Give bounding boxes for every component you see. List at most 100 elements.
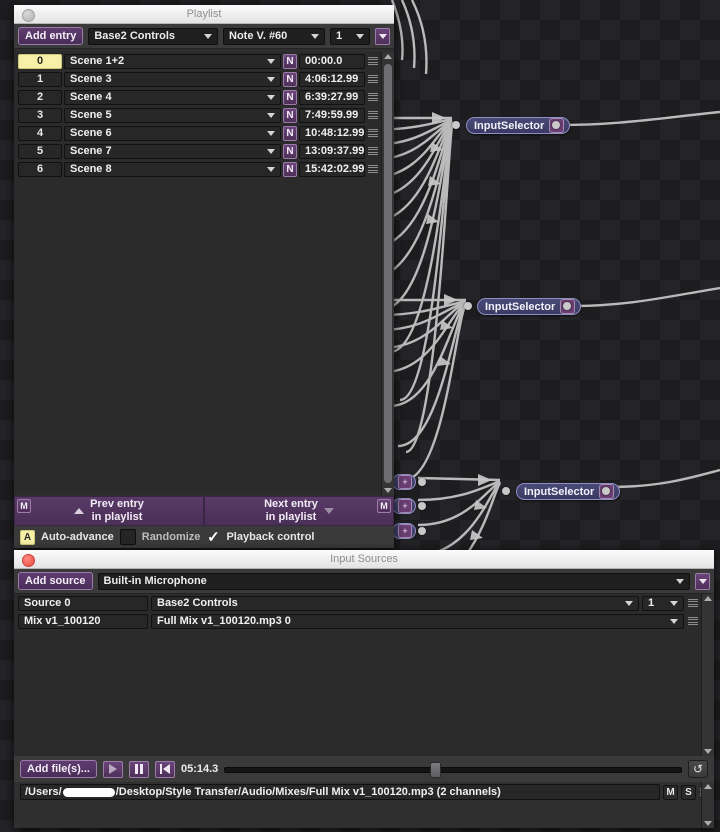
playlist-titlebar[interactable]: Playlist: [14, 5, 394, 24]
device-options-button[interactable]: [695, 572, 710, 590]
node-input-port[interactable]: [464, 302, 472, 310]
node-output-port[interactable]: [552, 121, 560, 129]
randomize-checkbox[interactable]: [119, 529, 136, 545]
table-row[interactable]: 0 Scene 1+2 N 00:00.0: [14, 52, 381, 70]
graph-mini-node[interactable]: +: [392, 523, 416, 539]
file-path-field[interactable]: /Users/ /Desktop/Style Transfer/Audio/Mix…: [20, 784, 660, 800]
graph-mini-node[interactable]: +: [392, 474, 416, 490]
drag-handle-icon[interactable]: [367, 109, 379, 122]
row-index-cell[interactable]: 0: [18, 53, 62, 69]
node-input-port[interactable]: [502, 487, 510, 495]
target-select[interactable]: Base2 Controls: [88, 27, 218, 45]
node-output-port[interactable]: [418, 502, 426, 510]
row-note-badge[interactable]: N: [283, 143, 297, 159]
table-row[interactable]: 5 Scene 7 N 13:09:37.99: [14, 142, 381, 160]
row-note-badge[interactable]: N: [283, 161, 297, 177]
node-input-port[interactable]: [452, 121, 460, 129]
source-name-field[interactable]: Mix v1_100120: [18, 613, 148, 629]
row-timecode-field[interactable]: 00:00.0: [299, 53, 365, 69]
row-timecode-field[interactable]: 13:09:37.99: [299, 143, 365, 159]
row-timecode-field[interactable]: 7:49:59.99: [299, 107, 365, 123]
scroll-down-arrow-icon[interactable]: [704, 749, 712, 754]
prev-midi-badge[interactable]: M: [17, 499, 31, 513]
drag-handle-icon[interactable]: [367, 127, 379, 140]
row-note-badge[interactable]: N: [283, 107, 297, 123]
drag-handle-icon[interactable]: [367, 55, 379, 68]
close-window-icon[interactable]: [22, 9, 35, 22]
add-input-icon[interactable]: +: [398, 475, 412, 489]
row-index-cell[interactable]: 1: [18, 71, 62, 87]
row-note-badge[interactable]: N: [283, 89, 297, 105]
scroll-up-arrow-icon[interactable]: [704, 784, 712, 789]
row-note-badge[interactable]: N: [283, 53, 297, 69]
list-item[interactable]: Source 0 Base2 Controls 1: [14, 594, 701, 612]
midi-learn-dropdown-button[interactable]: [375, 27, 390, 45]
table-row[interactable]: 2 Scene 4 N 6:39:27.99: [14, 88, 381, 106]
solo-button[interactable]: S: [681, 784, 696, 800]
next-midi-badge[interactable]: M: [377, 499, 391, 513]
scroll-down-arrow-icon[interactable]: [384, 488, 392, 493]
add-entry-button[interactable]: Add entry: [18, 27, 84, 45]
close-window-icon[interactable]: [22, 554, 35, 567]
scroll-up-arrow-icon[interactable]: [704, 596, 712, 601]
source-name-field[interactable]: Source 0: [18, 595, 148, 611]
row-timecode-field[interactable]: 4:06:12.99: [299, 71, 365, 87]
row-index-cell[interactable]: 3: [18, 107, 62, 123]
drag-handle-icon[interactable]: [367, 145, 379, 158]
play-button[interactable]: [102, 760, 123, 778]
auto-advance-badge[interactable]: A: [20, 529, 35, 545]
drag-handle-icon[interactable]: [687, 597, 699, 610]
row-timecode-field[interactable]: 6:39:27.99: [299, 89, 365, 105]
channel-select[interactable]: 1: [330, 27, 370, 45]
scroll-down-arrow-icon[interactable]: [704, 821, 712, 826]
table-row[interactable]: 3 Scene 5 N 7:49:59.99: [14, 106, 381, 124]
drag-handle-icon[interactable]: [687, 615, 699, 628]
add-input-icon[interactable]: +: [398, 524, 412, 538]
row-note-badge[interactable]: N: [283, 71, 297, 87]
pause-button[interactable]: [128, 760, 149, 778]
table-row[interactable]: 4 Scene 6 N 10:48:12.99: [14, 124, 381, 142]
node-output-port[interactable]: [563, 302, 571, 310]
input-sources-scrollbar[interactable]: [701, 594, 714, 756]
playlist-scrollbar[interactable]: [381, 52, 394, 495]
row-scene-select[interactable]: Scene 3: [64, 71, 281, 87]
row-index-cell[interactable]: 5: [18, 143, 62, 159]
row-index-cell[interactable]: 2: [18, 89, 62, 105]
row-note-badge[interactable]: N: [283, 125, 297, 141]
loop-button[interactable]: ↺: [688, 760, 708, 778]
mute-button[interactable]: M: [663, 784, 678, 800]
source-target-select[interactable]: Base2 Controls: [151, 595, 639, 611]
row-scene-select[interactable]: Scene 4: [64, 89, 281, 105]
audio-device-select[interactable]: Built-in Microphone: [97, 572, 690, 590]
input-sources-titlebar[interactable]: Input Sources: [14, 550, 714, 569]
next-entry-button[interactable]: Next entry in playlist M: [204, 496, 394, 526]
row-timecode-field[interactable]: 15:42:02.99: [299, 161, 365, 177]
row-timecode-field[interactable]: 10:48:12.99: [299, 125, 365, 141]
prev-entry-button[interactable]: M Prev entry in playlist: [14, 496, 204, 526]
add-input-icon[interactable]: +: [398, 499, 412, 513]
add-files-button[interactable]: Add file(s)...: [20, 760, 97, 778]
file-list-scrollbar[interactable]: [701, 782, 714, 828]
graph-mini-node[interactable]: +: [392, 498, 416, 514]
row-scene-select[interactable]: Scene 7: [64, 143, 281, 159]
row-index-cell[interactable]: 6: [18, 161, 62, 177]
playback-position-slider[interactable]: [224, 762, 682, 778]
scroll-up-arrow-icon[interactable]: [384, 54, 392, 59]
node-output-port[interactable]: [602, 487, 610, 495]
row-scene-select[interactable]: Scene 5: [64, 107, 281, 123]
row-scene-select[interactable]: Scene 1+2: [64, 53, 281, 69]
playlist-scroll-thumb[interactable]: [384, 64, 392, 483]
source-channel-select[interactable]: 1: [642, 595, 684, 611]
row-scene-select[interactable]: Scene 8: [64, 161, 281, 177]
node-output-port[interactable]: [418, 478, 426, 486]
table-row[interactable]: 6 Scene 8 N 15:42:02.99: [14, 160, 381, 178]
playback-control-checkbox[interactable]: ✓: [206, 530, 220, 545]
node-output-port[interactable]: [418, 527, 426, 535]
row-index-cell[interactable]: 4: [18, 125, 62, 141]
skip-to-start-button[interactable]: [154, 760, 175, 778]
row-scene-select[interactable]: Scene 6: [64, 125, 281, 141]
add-source-button[interactable]: Add source: [18, 572, 93, 590]
drag-handle-icon[interactable]: [367, 163, 379, 176]
note-select[interactable]: Note V. #60: [223, 27, 325, 45]
table-row[interactable]: 1 Scene 3 N 4:06:12.99: [14, 70, 381, 88]
